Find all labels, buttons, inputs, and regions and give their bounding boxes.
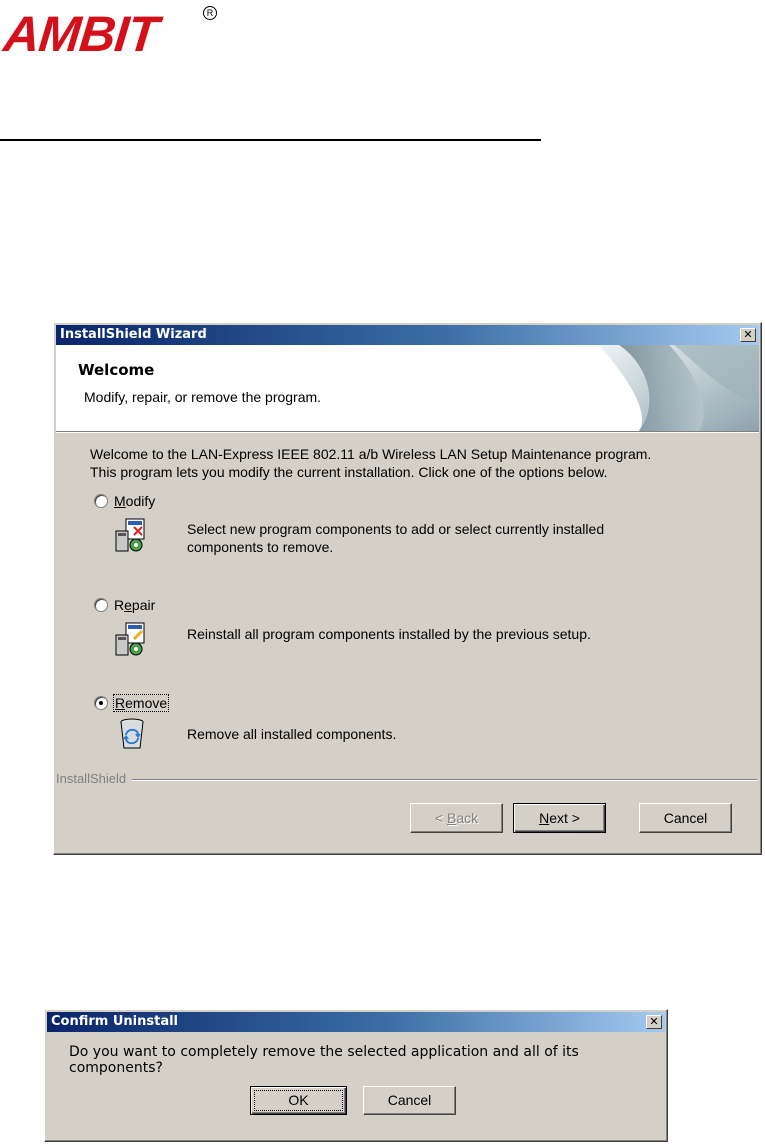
repair-label[interactable]: Repair — [114, 597, 155, 613]
modify-description: Select new program components to add or … — [187, 521, 605, 555]
confirm-titlebar[interactable]: Confirm Uninstall ✕ — [47, 1012, 665, 1032]
registered-mark: R — [203, 6, 217, 20]
repair-radio[interactable] — [94, 598, 108, 612]
confirm-title: Confirm Uninstall — [51, 1014, 179, 1029]
confirm-cancel-button[interactable]: Cancel — [363, 1086, 456, 1115]
modify-program-icon — [115, 518, 145, 552]
repair-option[interactable]: Repair — [94, 596, 155, 614]
repair-description: Reinstall all program components install… — [187, 626, 591, 642]
remove-label[interactable]: Remove — [112, 694, 170, 712]
close-button[interactable]: ✕ — [740, 328, 756, 342]
logo-text: AMBIT — [1, 6, 161, 62]
modify-option[interactable]: Modify — [94, 492, 155, 510]
confirm-message: Do you want to completely remove the sel… — [69, 1044, 579, 1076]
intro-text: Welcome to the LAN-Express IEEE 802.11 a… — [90, 445, 750, 481]
confirm-close-button[interactable]: ✕ — [646, 1015, 662, 1029]
wizard-header: Welcome Modify, repair, or remove the pr… — [56, 345, 759, 432]
close-icon: ✕ — [649, 1015, 659, 1028]
wizard-title: InstallShield Wizard — [60, 327, 207, 342]
remove-description: Remove all installed components. — [187, 726, 397, 742]
intro-line-1: Welcome to the LAN-Express IEEE 802.11 a… — [90, 446, 652, 462]
installshield-branding: InstallShield — [56, 771, 757, 787]
recycle-bin-icon — [120, 718, 144, 749]
intro-line-2: This program lets you modify the current… — [90, 464, 608, 480]
header-subtitle: Modify, repair, or remove the program. — [84, 389, 322, 405]
repair-program-icon — [115, 622, 145, 656]
ambit-logo: AMBIT R — [1, 6, 217, 62]
header-graphic-icon — [599, 345, 759, 431]
wizard-titlebar[interactable]: InstallShield Wizard ✕ — [56, 325, 759, 345]
back-button[interactable]: < Back — [410, 803, 503, 833]
ok-button[interactable]: OK — [250, 1086, 347, 1115]
close-icon: ✕ — [743, 328, 753, 341]
horizontal-rule — [0, 139, 541, 141]
branding-text: InstallShield — [56, 771, 133, 786]
branding-rule — [56, 779, 757, 781]
remove-radio[interactable] — [94, 696, 108, 710]
remove-option[interactable]: Remove — [94, 694, 170, 712]
installshield-wizard-window: InstallShield Wizard ✕ Welcome Modify, r… — [53, 322, 762, 855]
cancel-button[interactable]: Cancel — [639, 803, 732, 833]
next-button[interactable]: Next > — [513, 803, 606, 833]
modify-radio[interactable] — [94, 494, 108, 508]
header-separator — [56, 432, 759, 433]
confirm-uninstall-dialog: Confirm Uninstall ✕ Do you want to compl… — [44, 1009, 668, 1142]
modify-label[interactable]: Modify — [114, 493, 155, 509]
header-title: Welcome — [78, 361, 155, 379]
